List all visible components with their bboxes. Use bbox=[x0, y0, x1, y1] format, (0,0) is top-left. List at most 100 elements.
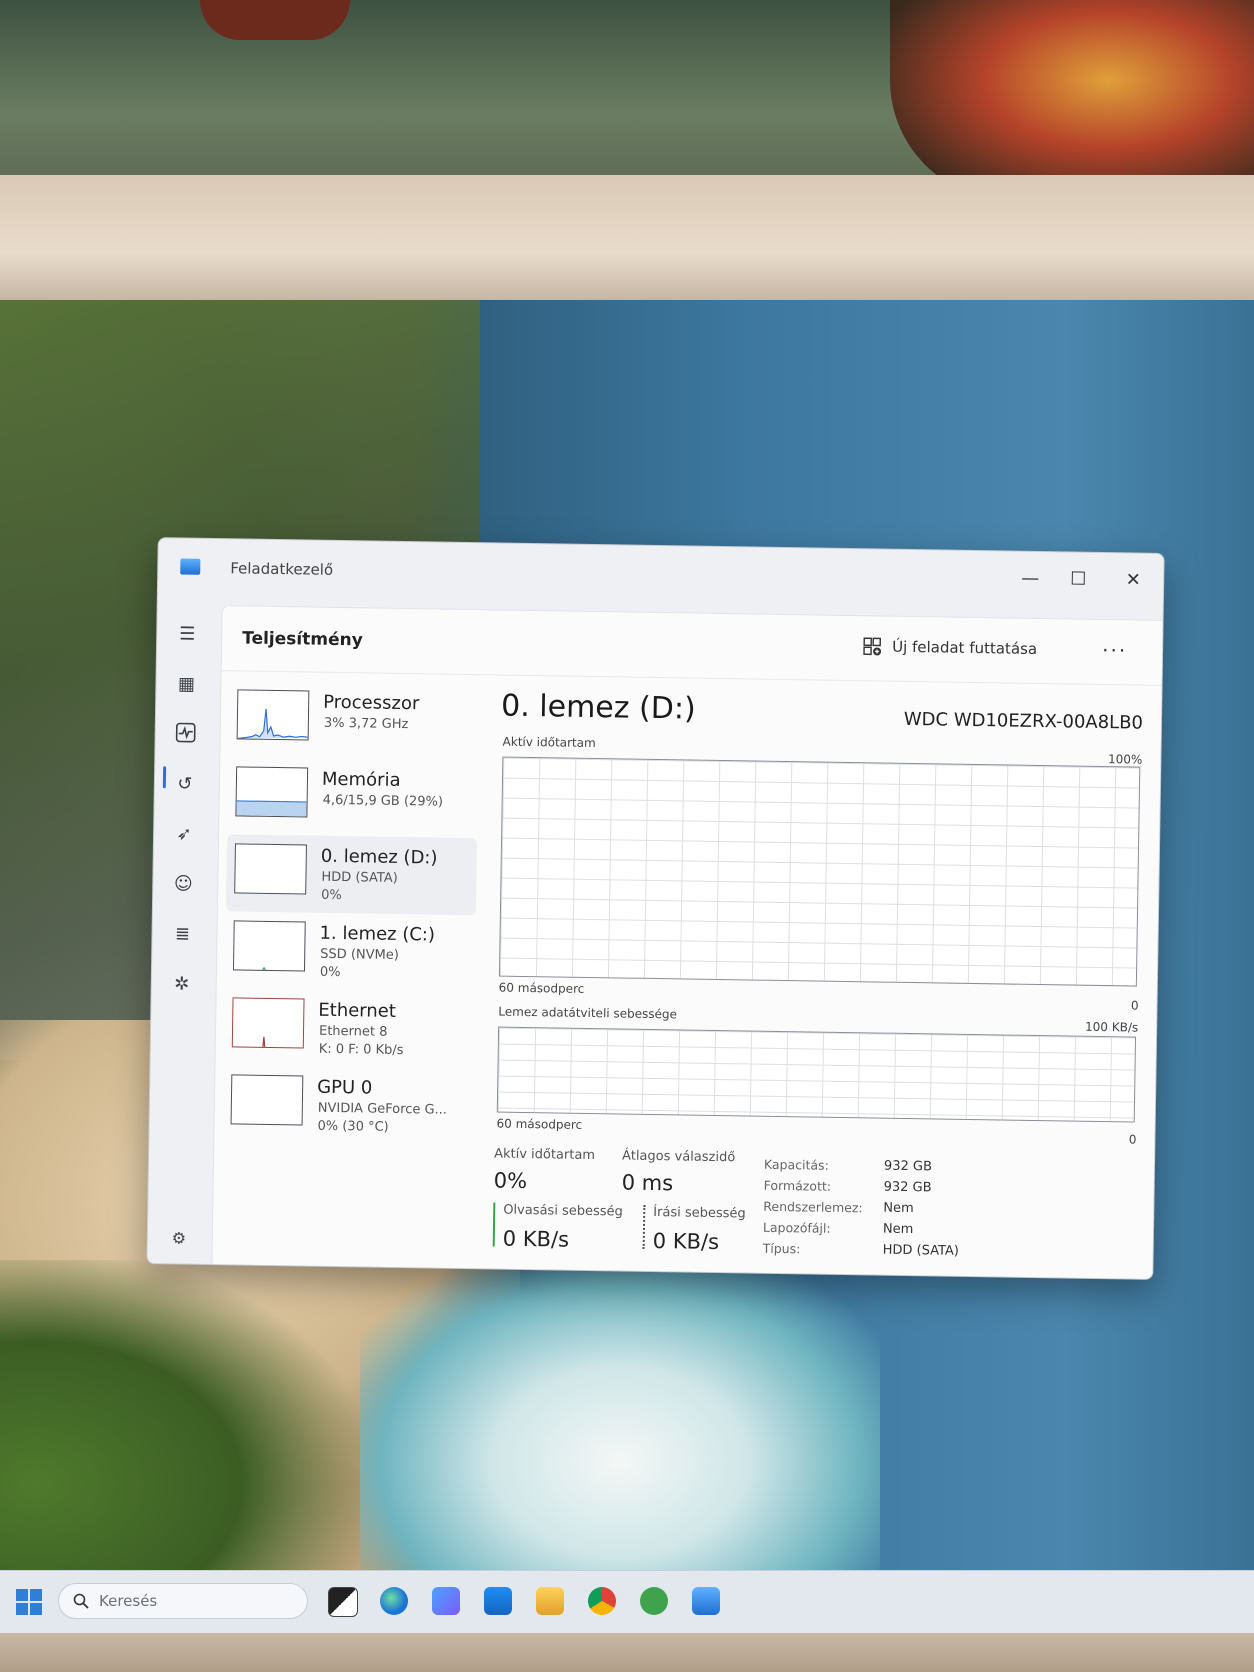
users-icon[interactable]: ☺ bbox=[171, 872, 195, 896]
cpu-thumbnail-graph bbox=[236, 689, 310, 741]
painting-left bbox=[200, 0, 350, 40]
write-speed-value: 0 KB/s bbox=[652, 1228, 720, 1255]
disk-model: WDC WD10EZRX-00A8LB0 bbox=[903, 708, 1144, 734]
processes-icon[interactable]: ▦ bbox=[174, 672, 198, 696]
chrome-icon[interactable] bbox=[588, 1587, 616, 1615]
hamburger-icon[interactable]: ☰ bbox=[175, 622, 199, 646]
memory-thumbnail-graph bbox=[235, 766, 309, 818]
device-item-cpu[interactable]: Processzor 3% 3,72 GHz bbox=[228, 680, 479, 761]
active-time-graph-timespan: 60 másodperc bbox=[498, 980, 585, 996]
close-button[interactable]: ✕ bbox=[1113, 565, 1153, 596]
disk1-thumbnail-graph bbox=[232, 920, 306, 972]
avg-response-value: 0 ms bbox=[621, 1170, 674, 1196]
content-header: Teljesítmény Új feladat futtatása ··· bbox=[221, 606, 1164, 686]
monitor-bezel-top bbox=[0, 175, 1254, 305]
store-icon[interactable] bbox=[484, 1587, 512, 1615]
copilot-icon[interactable] bbox=[432, 1587, 460, 1615]
transfer-rate-graph bbox=[496, 1026, 1137, 1123]
new-task-icon bbox=[863, 637, 882, 656]
content-pane: Teljesítmény Új feladat futtatása ··· Pr… bbox=[211, 605, 1165, 1280]
transfer-rate-graph-min: 0 bbox=[1128, 1132, 1137, 1147]
type-value: HDD (SATA) bbox=[882, 1242, 960, 1259]
ethernet-thumbnail-graph bbox=[231, 997, 305, 1049]
device-item-disk-1[interactable]: 1. lemez (C:) SSD (NVMe) 0% bbox=[225, 911, 476, 992]
active-time-graph-max: 100% bbox=[1107, 752, 1143, 767]
details-icon[interactable]: ≣ bbox=[170, 922, 194, 946]
device-usage: 3% 3,72 GHz bbox=[323, 715, 409, 733]
system-disk-label: Rendszerlemez: bbox=[763, 1198, 863, 1216]
gpu-model: NVIDIA GeForce G... bbox=[317, 1100, 448, 1118]
device-item-disk-0[interactable]: 0. lemez (D:) HDD (SATA) 0% bbox=[225, 834, 478, 916]
capacity-value: 932 GB bbox=[883, 1158, 933, 1175]
active-time-graph bbox=[498, 756, 1141, 987]
device-name: Processzor bbox=[323, 691, 420, 715]
page-title: Teljesítmény bbox=[242, 628, 363, 651]
type-label: Típus: bbox=[762, 1240, 801, 1257]
active-time-label: Aktív időtartam bbox=[494, 1146, 596, 1164]
active-time-value: 0% bbox=[493, 1168, 528, 1194]
memory-fill bbox=[236, 800, 307, 817]
device-name: 1. lemez (C:) bbox=[319, 922, 436, 946]
maximize-button[interactable]: ☐ bbox=[1058, 564, 1098, 595]
avg-response-label: Átlagos válaszidő bbox=[621, 1148, 736, 1166]
search-placeholder: Keresés bbox=[99, 1592, 158, 1610]
device-usage: 4,6/15,9 GB (29%) bbox=[322, 792, 444, 810]
capacity-label: Kapacitás: bbox=[763, 1156, 829, 1173]
edge-icon[interactable] bbox=[380, 1587, 408, 1615]
formatted-label: Formázott: bbox=[763, 1177, 832, 1194]
system-disk-value: Nem bbox=[883, 1200, 914, 1217]
device-item-memory[interactable]: Memória 4,6/15,9 GB (29%) bbox=[227, 757, 478, 838]
app-history-icon[interactable]: ↺ bbox=[173, 772, 197, 796]
run-new-task-button[interactable]: Új feladat futtatása bbox=[862, 636, 1037, 659]
disk-detail-panel: 0. lemez (D:) WDC WD10EZRX-00A8LB0 Aktív… bbox=[492, 685, 1151, 1275]
active-time-graph-label: Aktív időtartam bbox=[502, 734, 596, 751]
services-icon[interactable]: ✲ bbox=[170, 972, 194, 996]
adapter-name: Ethernet 8 bbox=[318, 1023, 388, 1040]
throughput: K: 0 F: 0 Kb/s bbox=[318, 1041, 404, 1059]
window-title: Feladatkezelő bbox=[230, 559, 334, 579]
page-file-value: Nem bbox=[882, 1221, 914, 1238]
transfer-rate-graph-label: Lemez adatátviteli sebessége bbox=[498, 1004, 678, 1022]
device-type: HDD (SATA) bbox=[321, 869, 398, 886]
utorrent-icon[interactable] bbox=[640, 1587, 668, 1615]
write-speed-indicator bbox=[642, 1204, 646, 1249]
page-file-label: Lapozófájl: bbox=[762, 1219, 831, 1236]
disk0-thumbnail-graph bbox=[234, 843, 307, 895]
device-name: GPU 0 bbox=[316, 1076, 373, 1099]
read-speed-indicator bbox=[492, 1202, 496, 1247]
device-usage: 0% bbox=[319, 964, 341, 981]
device-usage: 0% bbox=[321, 887, 342, 904]
device-type: SSD (NVMe) bbox=[320, 946, 399, 963]
transfer-rate-graph-max: 100 KB/s bbox=[1084, 1019, 1139, 1035]
painting-right bbox=[890, 0, 1254, 200]
settings-icon[interactable]: ⚙ bbox=[172, 1228, 187, 1247]
navigation-rail: ☰ ▦ ↺ ➶ ☺ ≣ ✲ bbox=[147, 594, 218, 1264]
startup-icon[interactable]: ➶ bbox=[172, 822, 196, 846]
device-name: Memória bbox=[321, 768, 401, 791]
taskbar: Keresés bbox=[0, 1570, 1254, 1633]
task-manager-icon[interactable] bbox=[692, 1587, 720, 1615]
wallpaper-hill bbox=[0, 1260, 360, 1580]
wallpaper-surf bbox=[360, 1270, 880, 1590]
monitor-bezel-bottom bbox=[0, 1632, 1254, 1672]
read-speed-label: Olvasási sebesség bbox=[503, 1202, 623, 1220]
search-icon bbox=[73, 1593, 89, 1609]
device-item-ethernet[interactable]: Ethernet Ethernet 8 K: 0 F: 0 Kb/s bbox=[223, 988, 474, 1069]
taskbar-search[interactable]: Keresés bbox=[58, 1583, 308, 1619]
performance-icon[interactable] bbox=[173, 722, 197, 746]
device-item-gpu[interactable]: GPU 0 NVIDIA GeForce G... 0% (30 °C) bbox=[222, 1065, 473, 1146]
task-manager-window: Feladatkezelő — ☐ ✕ ☰ ▦ ↺ ➶ ☺ ≣ ✲ ⚙ Telj… bbox=[146, 537, 1165, 1280]
formatted-value: 932 GB bbox=[883, 1179, 932, 1196]
minimize-button[interactable]: — bbox=[1010, 564, 1050, 595]
more-options-button[interactable]: ··· bbox=[1102, 638, 1127, 662]
device-name: 0. lemez (D:) bbox=[320, 845, 438, 869]
read-speed-value: 0 KB/s bbox=[502, 1226, 570, 1252]
disk-title: 0. lemez (D:) bbox=[500, 688, 696, 727]
gpu-usage: 0% (30 °C) bbox=[317, 1118, 389, 1135]
gpu-thumbnail-graph bbox=[230, 1074, 304, 1126]
active-indicator bbox=[162, 766, 167, 789]
start-button[interactable] bbox=[16, 1589, 42, 1615]
file-explorer-icon[interactable] bbox=[536, 1587, 564, 1615]
task-manager-app-icon bbox=[180, 558, 201, 575]
task-view-icon[interactable] bbox=[328, 1587, 358, 1617]
